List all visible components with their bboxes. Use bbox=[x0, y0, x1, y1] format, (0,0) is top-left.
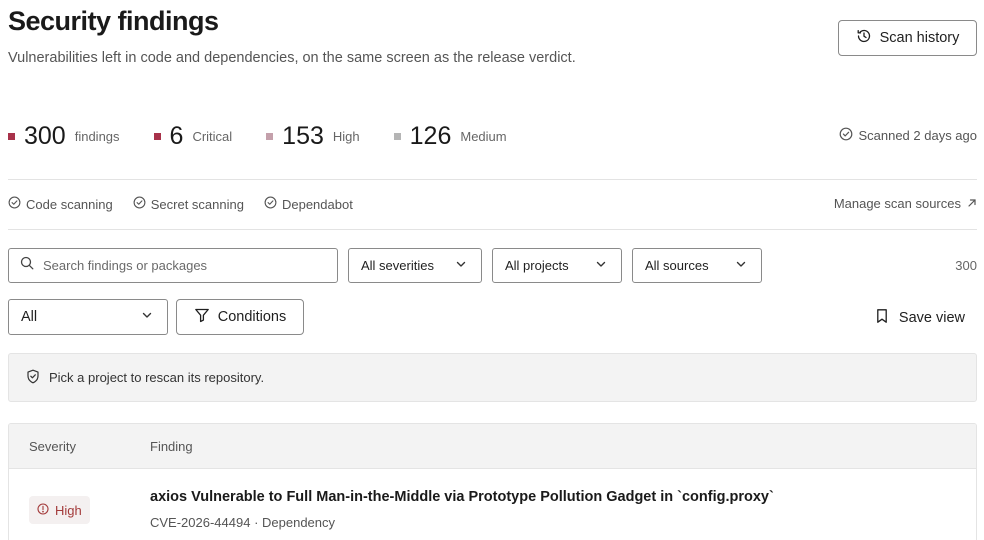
results-count: 300 bbox=[955, 258, 977, 273]
stat-medium: 126 Medium bbox=[393, 121, 507, 151]
stat-label: findings bbox=[74, 128, 120, 144]
shield-check-icon bbox=[26, 369, 40, 387]
severity-badge-label: High bbox=[55, 502, 82, 518]
column-header-finding[interactable]: Finding bbox=[150, 439, 193, 454]
stat-label: Critical bbox=[192, 128, 233, 144]
finding-title[interactable]: axios Vulnerable to Full Man-in-the-Midd… bbox=[150, 489, 774, 505]
stat-dot bbox=[393, 132, 401, 140]
source-label: Code scanning bbox=[26, 196, 113, 212]
projects-select[interactable]: All projects bbox=[492, 248, 622, 283]
notice-text: Pick a project to rescan its repository. bbox=[49, 370, 265, 385]
view-select-value: All bbox=[21, 309, 38, 325]
check-circle-icon bbox=[839, 127, 853, 144]
findings-table: Severity Finding High axios Vulnerable t… bbox=[8, 423, 977, 540]
divider bbox=[8, 229, 977, 230]
page-subtitle: Vulnerabilities left in code and depende… bbox=[8, 50, 576, 66]
stat-value: 6 bbox=[169, 121, 184, 150]
finding-meta: CVE-2026-44494 · Dependency bbox=[150, 515, 336, 530]
chevron-down-icon bbox=[141, 309, 153, 325]
column-header-severity[interactable]: Severity bbox=[29, 439, 76, 454]
source-dependabot: Dependabot bbox=[264, 196, 353, 212]
stat-dot bbox=[266, 132, 274, 140]
chevron-down-icon bbox=[735, 258, 747, 273]
stat-dot bbox=[8, 132, 15, 140]
check-circle-icon bbox=[133, 196, 146, 212]
source-secret-scanning: Secret scanning bbox=[133, 196, 244, 212]
source-label: Secret scanning bbox=[150, 196, 244, 212]
table-header: Severity Finding bbox=[9, 424, 976, 469]
history-icon bbox=[856, 28, 872, 48]
save-view-button[interactable]: Save view bbox=[875, 308, 965, 328]
stat-label: High bbox=[332, 128, 360, 144]
stat-findings: 300 findings bbox=[8, 122, 120, 151]
severity-stats: 300 findings 6 Critical 153 High 126 Med… bbox=[8, 120, 541, 152]
stat-dot bbox=[153, 132, 161, 140]
manage-sources-label: Manage scan sources bbox=[833, 196, 961, 211]
severity-select-value: All severities bbox=[361, 258, 434, 273]
scan-sources: Code scanning Secret scanning Dependabot bbox=[8, 196, 373, 212]
chevron-down-icon bbox=[455, 258, 467, 273]
search-icon bbox=[20, 256, 34, 275]
stat-value: 153 bbox=[282, 121, 324, 150]
scan-history-button[interactable]: Scan history bbox=[838, 20, 977, 56]
page-title: Security findings bbox=[8, 6, 219, 36]
projects-select-value: All projects bbox=[505, 258, 569, 273]
table-row[interactable]: High axios Vulnerable to Full Man-in-the… bbox=[9, 469, 976, 540]
scan-history-label: Scan history bbox=[879, 30, 960, 46]
conditions-label: Conditions bbox=[217, 309, 287, 325]
search-input[interactable] bbox=[43, 258, 313, 273]
check-circle-icon bbox=[264, 196, 277, 212]
filter-icon bbox=[194, 307, 210, 327]
info-circle-icon bbox=[37, 502, 49, 518]
scan-status: Scanned 2 days ago bbox=[839, 127, 977, 144]
stat-value: 126 bbox=[409, 121, 452, 150]
conditions-button[interactable]: Conditions bbox=[176, 299, 304, 335]
bookmark-icon bbox=[875, 308, 889, 328]
check-circle-icon bbox=[8, 196, 21, 212]
stat-label: Medium bbox=[460, 128, 507, 144]
source-label: Dependabot bbox=[281, 196, 353, 212]
source-code-scanning: Code scanning bbox=[8, 196, 113, 212]
scan-status-label: Scanned 2 days ago bbox=[858, 128, 977, 143]
chevron-down-icon bbox=[595, 258, 607, 273]
severity-select[interactable]: All severities bbox=[348, 248, 482, 283]
severity-badge: High bbox=[29, 496, 90, 524]
sources-select-value: All sources bbox=[645, 258, 709, 273]
search-field[interactable] bbox=[8, 248, 338, 283]
manage-scan-sources-link[interactable]: Manage scan sources bbox=[834, 196, 977, 211]
divider bbox=[8, 179, 977, 180]
sources-select[interactable]: All sources bbox=[632, 248, 762, 283]
stat-value: 300 bbox=[24, 121, 66, 150]
external-link-icon bbox=[967, 196, 977, 211]
view-select[interactable]: All bbox=[8, 299, 168, 335]
stat-high: 153 High bbox=[266, 121, 360, 151]
rescan-notice: Pick a project to rescan its repository. bbox=[8, 353, 977, 402]
save-view-label: Save view bbox=[898, 310, 965, 326]
stat-critical: 6 Critical bbox=[153, 121, 233, 151]
